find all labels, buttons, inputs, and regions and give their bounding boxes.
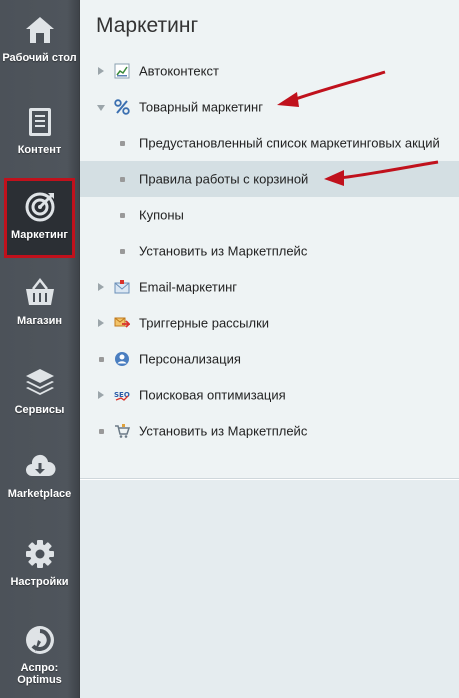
bullet-icon — [99, 429, 104, 434]
menu-item-label: Товарный маркетинг — [139, 99, 263, 115]
document-icon — [28, 108, 51, 136]
sidebar-item-settings[interactable]: Настройки — [0, 538, 79, 588]
expand-arrow-icon[interactable] — [98, 391, 104, 399]
sidebar-item-label: Аспро: Optimus — [17, 662, 62, 686]
expand-arrow-icon[interactable] — [98, 283, 104, 291]
left-sidebar: Рабочий стол Контент Маркетинг Магазин С… — [0, 0, 80, 698]
sidebar-item-label: Сервисы — [14, 404, 65, 416]
sidebar-item-label: Marketplace — [7, 488, 72, 500]
cloud-download-icon — [25, 454, 56, 476]
svg-text:SEO: SEO — [114, 391, 130, 399]
menu-item-trigger-mailings[interactable]: Триггерные рассылки — [80, 305, 459, 341]
bullet-icon — [99, 357, 104, 362]
sidebar-item-label: Контент — [17, 144, 62, 156]
menu-item-label: Триггерные рассылки — [139, 315, 270, 331]
sidebar-item-services[interactable]: Сервисы — [0, 366, 79, 416]
trigger-mail-icon — [114, 317, 130, 328]
submenu-item-cart-rules[interactable]: Правила работы с корзиной — [80, 161, 459, 197]
menu-item-personalization[interactable]: Персонализация — [80, 341, 459, 377]
sidebar-item-aspro-optimus[interactable]: Аспро: Optimus — [0, 624, 79, 686]
sidebar-item-marketplace[interactable]: Marketplace — [0, 450, 79, 500]
cart-icon — [115, 424, 130, 438]
collapse-arrow-icon[interactable] — [97, 105, 105, 111]
percent-icon — [114, 99, 130, 115]
menu-item-product-marketing[interactable]: Товарный маркетинг — [80, 89, 459, 125]
sidebar-item-shop[interactable]: Магазин — [0, 277, 79, 327]
page-title: Маркетинг — [96, 14, 199, 37]
menu-panel: Маркетинг Автоконтекст Товарный маркетин… — [80, 0, 459, 480]
menu-item-seo[interactable]: SEO Поисковая оптимизация — [80, 377, 459, 413]
menu-item-label: Купоны — [139, 207, 184, 223]
sidebar-item-label: Рабочий стол — [2, 52, 77, 64]
expand-arrow-icon[interactable] — [98, 67, 104, 75]
menu-item-email-marketing[interactable]: Email-маркетинг — [80, 269, 459, 305]
submenu-item-install-from-marketplace[interactable]: Установить из Маркетплейс — [80, 233, 459, 269]
menu-item-label: Установить из Маркетплейс — [139, 423, 308, 439]
bullet-icon — [120, 177, 125, 182]
menu-item-label: Правила работы с корзиной — [139, 171, 309, 187]
main-area: Маркетинг Автоконтекст Товарный маркетин… — [80, 0, 459, 698]
menu-item-label: Предустановленный список маркетинговых а… — [139, 135, 440, 151]
chart-icon — [114, 63, 130, 79]
aspro-logo-icon — [25, 626, 54, 654]
person-icon — [115, 352, 129, 366]
sidebar-item-label: Магазин — [16, 315, 63, 327]
menu-item-autocontext[interactable]: Автоконтекст — [80, 53, 459, 89]
bullet-icon — [120, 249, 125, 254]
menu-item-label: Установить из Маркетплейс — [139, 243, 308, 259]
home-icon — [25, 17, 54, 43]
submenu-item-coupons[interactable]: Купоны — [80, 197, 459, 233]
menu-item-label: Поисковая оптимизация — [139, 387, 286, 403]
menu-item-label: Email-маркетинг — [139, 279, 238, 295]
menu-item-label: Персонализация — [139, 351, 241, 367]
layers-icon — [25, 369, 54, 395]
sidebar-item-label: Маркетинг — [11, 229, 68, 241]
submenu-item-preset-promotions[interactable]: Предустановленный список маркетинговых а… — [80, 125, 459, 161]
gear-icon — [25, 540, 54, 568]
sidebar-item-desktop[interactable]: Рабочий стол — [0, 14, 79, 64]
menu-item-install-from-marketplace[interactable]: Установить из Маркетплейс — [80, 413, 459, 449]
email-icon — [114, 280, 130, 294]
target-icon — [25, 192, 54, 222]
seo-icon: SEO — [114, 391, 130, 401]
menu-item-label: Автоконтекст — [139, 63, 219, 79]
expand-arrow-icon[interactable] — [98, 319, 104, 327]
sidebar-item-marketing[interactable]: Маркетинг — [4, 178, 75, 258]
bullet-icon — [120, 141, 125, 146]
sidebar-item-content[interactable]: Контент — [0, 106, 79, 156]
sidebar-item-label: Настройки — [10, 576, 69, 588]
basket-icon — [25, 277, 54, 305]
bullet-icon — [120, 213, 125, 218]
